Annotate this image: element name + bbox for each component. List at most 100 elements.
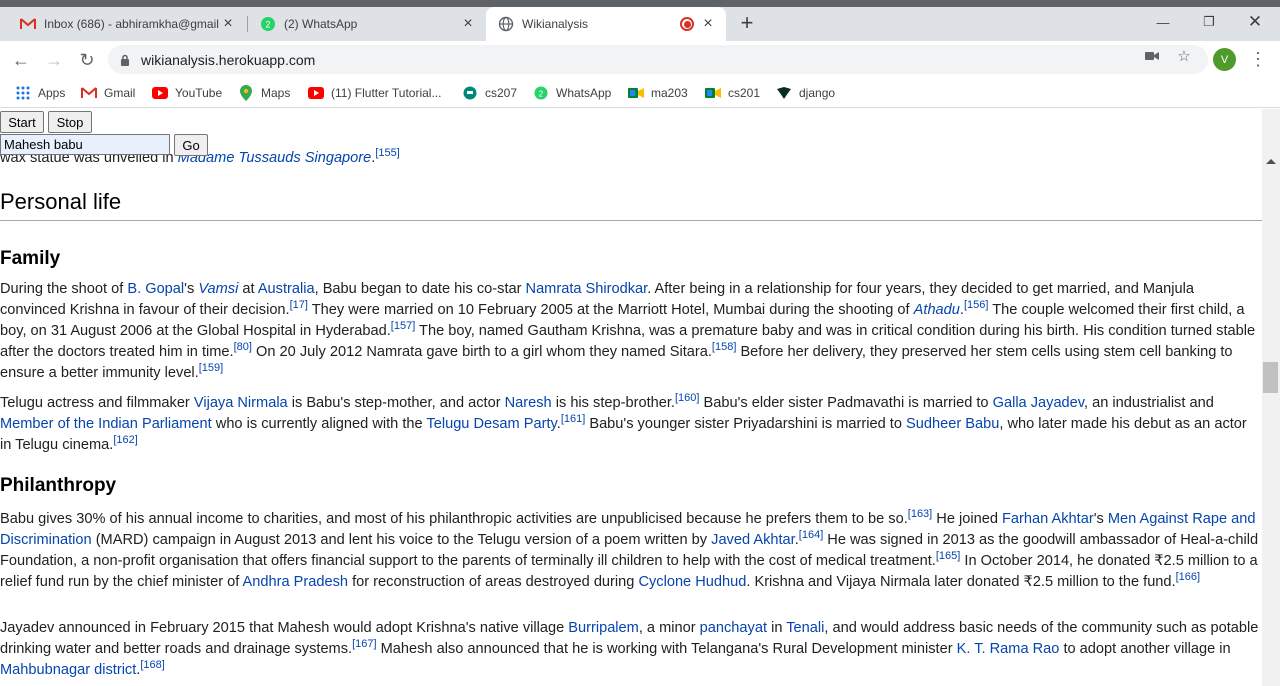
address-bar[interactable]: wikianalysis.herokuapp.com (108, 45, 1208, 74)
article-link[interactable]: Athadu (914, 302, 960, 318)
article-link[interactable]: Sudheer Babu (906, 416, 999, 432)
article-link[interactable]: panchayat (700, 620, 767, 636)
article-link[interactable]: K. T. Rama Rao (957, 641, 1060, 657)
bookmark-gmail[interactable]: Gmail (81, 84, 135, 102)
bookmark-label: cs207 (485, 86, 518, 100)
recording-icon (680, 17, 694, 31)
close-icon[interactable]: × (460, 16, 476, 32)
article-link[interactable]: Vamsi (198, 281, 238, 297)
section-heading: Personal life (0, 189, 122, 214)
citation[interactable]: [167] (352, 638, 376, 650)
citation[interactable]: [162] (113, 434, 137, 446)
forward-icon[interactable]: → (43, 49, 65, 71)
youtube-icon (308, 85, 324, 101)
chat-icon (462, 85, 478, 101)
close-window-button[interactable]: ✕ (1232, 7, 1278, 37)
citation[interactable]: [159] (199, 362, 223, 374)
tab-title: Wikianalysis (522, 17, 589, 31)
heading-divider (0, 220, 1262, 221)
citation[interactable]: [156] (964, 299, 988, 311)
apps-grid-icon (15, 85, 31, 101)
tab-title: Inbox (686) - abhiramkha@gmail (44, 17, 219, 31)
reload-icon[interactable]: ↻ (76, 49, 98, 71)
tab-strip: Inbox (686) - abhiramkha@gmail × 2 (2) W… (0, 7, 1280, 41)
go-button[interactable]: Go (174, 134, 208, 156)
bookmark-ma203[interactable]: ma203 (628, 84, 688, 102)
article-link[interactable]: Farhan Akhtar (1002, 511, 1094, 527)
bookmark-label: ma203 (651, 86, 688, 100)
tab-whatsapp[interactable]: 2 (2) WhatsApp × (248, 7, 486, 41)
bookmark-django[interactable]: django (776, 84, 835, 102)
citation[interactable]: [161] (561, 413, 585, 425)
svg-text:2: 2 (539, 90, 544, 99)
browser-toolbar: ← → ↻ wikianalysis.herokuapp.com ☆ V ⋮ (0, 41, 1280, 78)
youtube-icon (152, 85, 168, 101)
article-link[interactable]: Burripalem (568, 620, 639, 636)
article-link[interactable]: Member of the Indian Parliament (0, 416, 212, 432)
close-icon[interactable]: × (700, 16, 716, 32)
bookmark-cs207[interactable]: cs207 (462, 84, 517, 102)
minimize-button[interactable]: — (1140, 7, 1186, 37)
map-pin-icon (238, 85, 254, 101)
django-icon (776, 85, 792, 101)
citation[interactable]: [166] (1176, 571, 1200, 583)
bookmark-cs201[interactable]: cs201 (705, 84, 760, 102)
stop-button[interactable]: Stop (48, 111, 92, 133)
bookmarks-bar: Apps Gmail YouTube Maps (11) Flutter Tut… (0, 78, 1280, 108)
article-link[interactable]: Namrata Shirodkar (526, 281, 648, 297)
article-link[interactable]: Javed Akhtar (711, 532, 795, 548)
citation[interactable]: [163] (908, 508, 932, 520)
bookmark-label: Maps (261, 86, 291, 100)
globe-icon (498, 16, 514, 32)
bookmark-label: Apps (38, 86, 66, 100)
avatar[interactable]: V (1213, 48, 1236, 71)
bookmark-flutter-tutorial[interactable]: (11) Flutter Tutorial... (308, 84, 441, 102)
restore-button[interactable]: ❐ (1186, 7, 1232, 37)
close-icon[interactable]: × (220, 16, 236, 32)
scrollbar-thumb[interactable] (1263, 362, 1278, 393)
search-input[interactable] (0, 134, 170, 155)
philanthropy-paragraph-1: Babu gives 30% of his annual income to c… (0, 508, 1259, 590)
page-viewport: wax statue was unveiled in Madame Tussau… (0, 109, 1280, 686)
bookmark-whatsapp[interactable]: 2 WhatsApp (533, 84, 611, 102)
citation[interactable]: [17] (290, 299, 308, 311)
window-top-strip (0, 0, 1280, 7)
article-link[interactable]: Mahbubnagar district (0, 662, 136, 678)
tab-gmail[interactable]: Inbox (686) - abhiramkha@gmail × (8, 7, 246, 41)
bookmark-apps[interactable]: Apps (15, 84, 65, 102)
article-link[interactable]: Naresh (505, 395, 552, 411)
article-link[interactable]: Australia (258, 281, 315, 297)
article-content: wax statue was unveiled in Madame Tussau… (0, 109, 1262, 686)
citation[interactable]: [168] (140, 659, 164, 671)
start-button[interactable]: Start (0, 111, 44, 133)
citation[interactable]: [158] (712, 341, 736, 353)
bookmark-youtube[interactable]: YouTube (152, 84, 222, 102)
bookmark-label: cs201 (728, 86, 761, 100)
article-link[interactable]: Telugu Desam Party (426, 416, 556, 432)
new-tab-button[interactable]: + (736, 12, 758, 34)
citation[interactable]: [165] (936, 550, 960, 562)
scrollbar[interactable] (1262, 109, 1280, 686)
article-link[interactable]: Vijaya Nirmala (194, 395, 288, 411)
star-icon[interactable]: ☆ (1176, 48, 1192, 65)
back-icon[interactable]: ← (10, 49, 32, 71)
article-link[interactable]: B. Gopal (127, 281, 184, 297)
bookmark-maps[interactable]: Maps (238, 84, 290, 102)
camera-icon[interactable] (1144, 48, 1160, 64)
gmail-icon (81, 85, 97, 101)
article-link[interactable]: Tenali (786, 620, 824, 636)
citation[interactable]: [157] (391, 320, 415, 332)
citation[interactable]: [164] (799, 529, 823, 541)
citation[interactable]: [160] (675, 392, 699, 404)
meet-icon (628, 85, 644, 101)
meet-icon (705, 85, 721, 101)
citation[interactable]: [80] (234, 341, 252, 353)
control-panel: Start Stop Go (0, 109, 1262, 156)
bookmark-label: django (799, 86, 836, 100)
article-link[interactable]: Galla Jayadev (993, 395, 1084, 411)
scroll-up-icon[interactable] (1266, 159, 1276, 164)
menu-icon[interactable]: ⋮ (1249, 47, 1267, 71)
tab-wikianalysis[interactable]: Wikianalysis × (486, 7, 726, 41)
article-link[interactable]: Cyclone Hudhud (638, 574, 746, 590)
article-link[interactable]: Andhra Pradesh (243, 574, 348, 590)
